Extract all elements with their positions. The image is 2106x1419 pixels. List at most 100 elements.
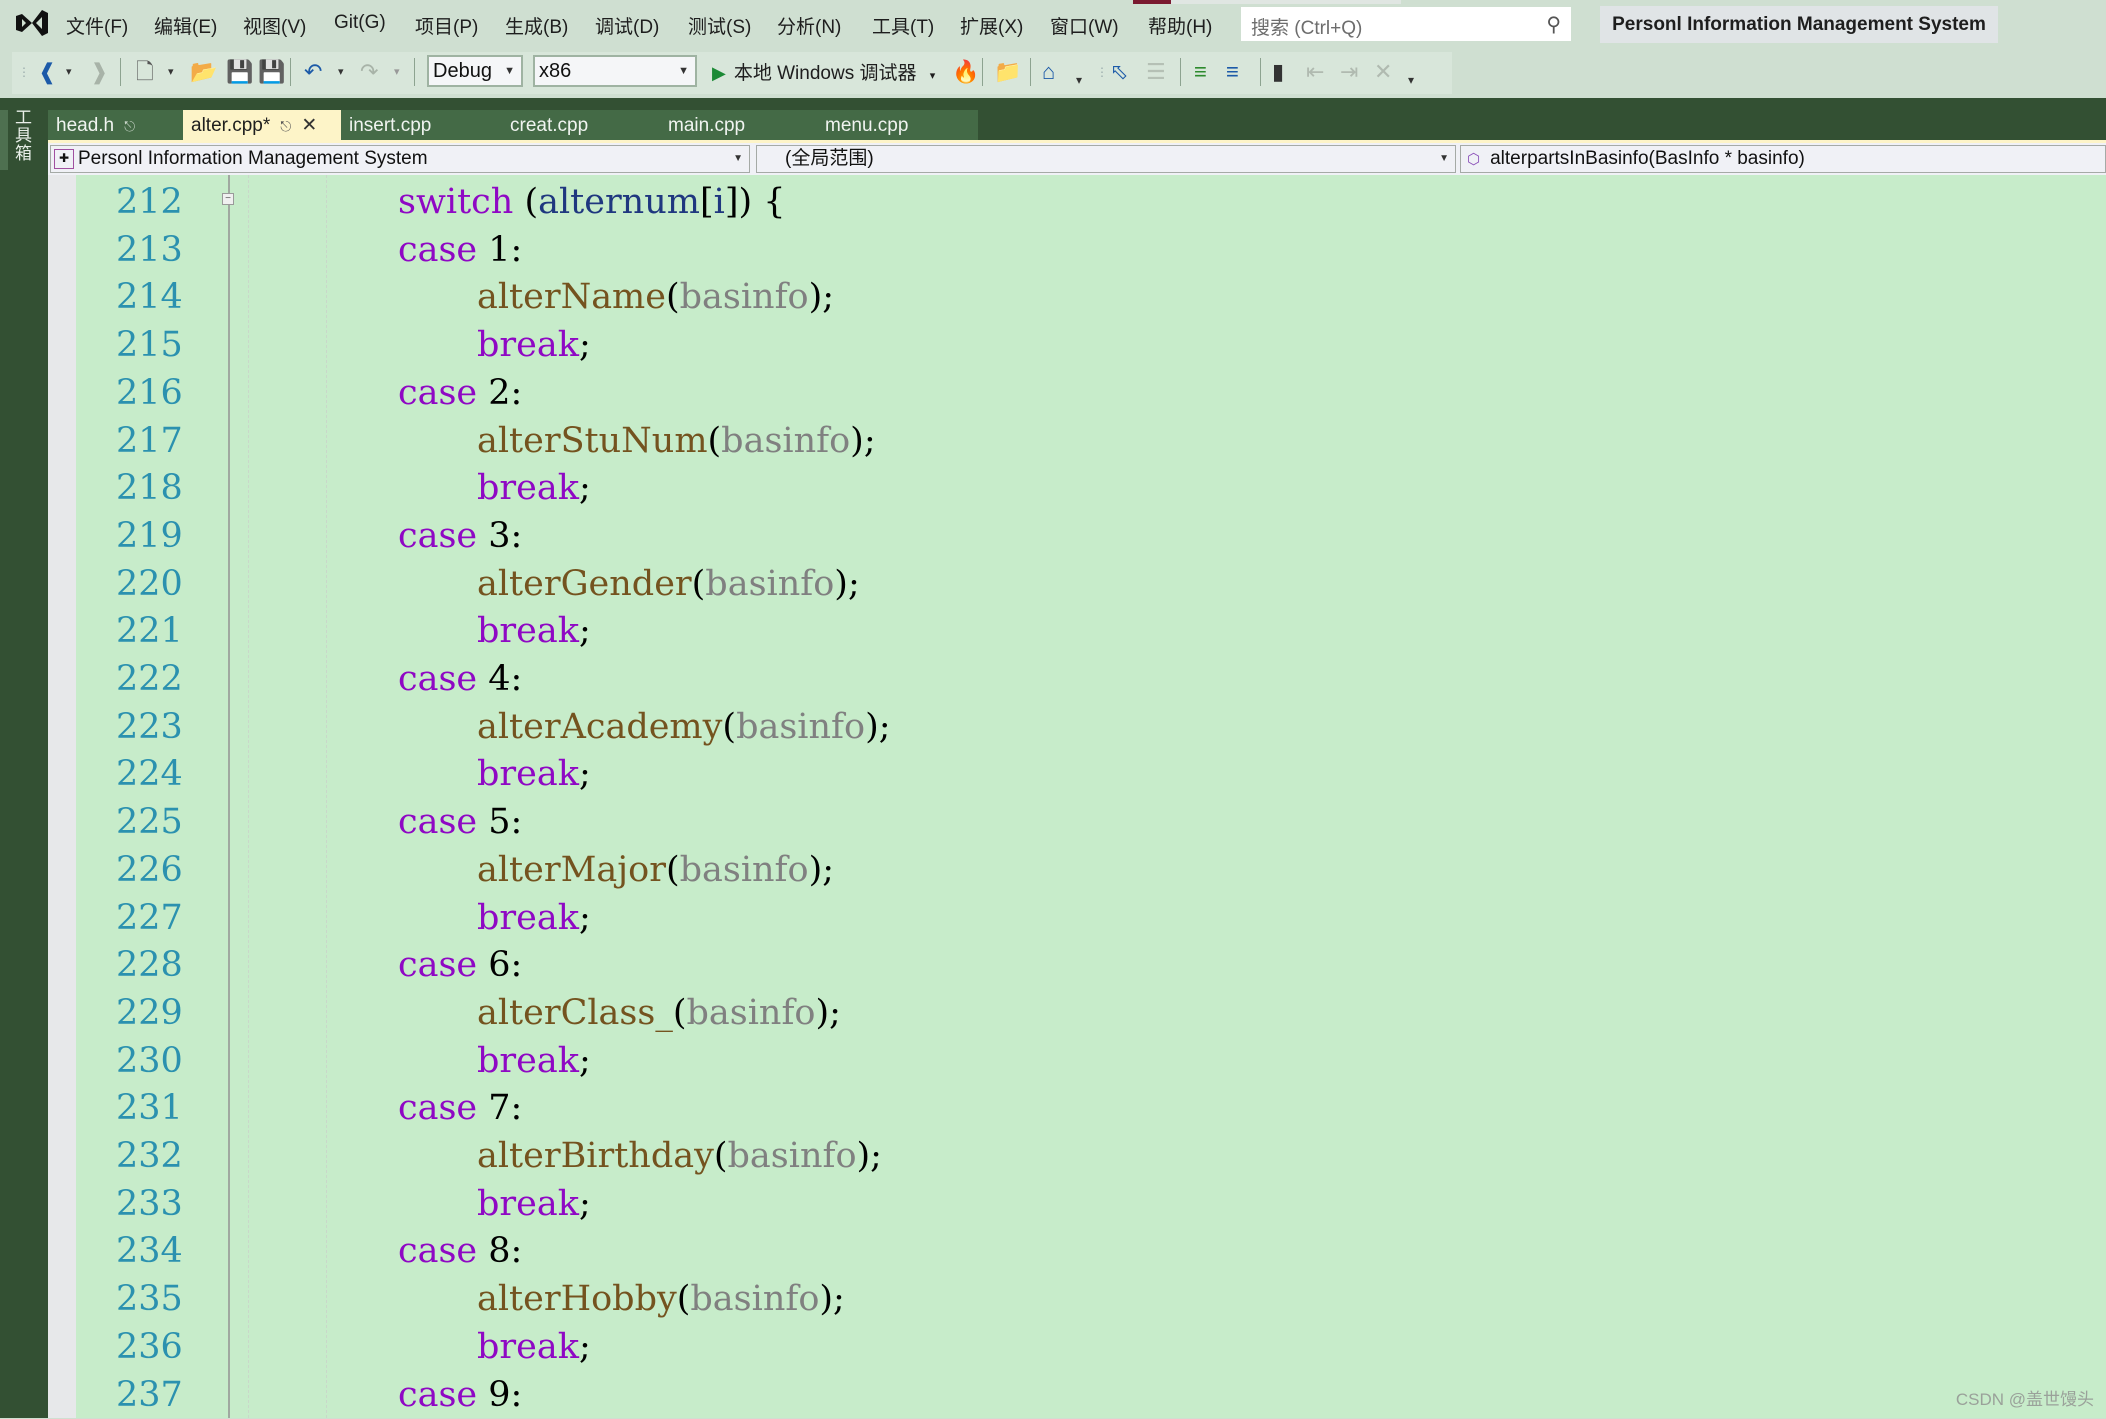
select-icon[interactable]: ⬁ [1110,58,1128,86]
tab-insert-cpp[interactable]: insert.cpp [341,110,499,142]
menu-item[interactable]: 测试(S) [688,12,751,39]
tab-alter-cpp[interactable]: alter.cpp* ⎋ ✕ [183,110,341,142]
menu-item[interactable]: 编辑(E) [154,12,217,39]
line-number: 215 [116,325,183,366]
code-token-punc: ; [578,1183,591,1224]
menu-item[interactable]: 帮助(H) [1148,12,1212,39]
code-editor[interactable] [48,175,2106,1418]
code-line[interactable]: break; [477,1323,591,1371]
chevron-down-icon: ▼ [1439,153,1449,164]
new-item-icon[interactable]: 🗋 [136,58,154,86]
solution-configuration-select[interactable]: Debug ▼ [427,55,523,87]
hot-reload-icon[interactable]: 🔥 [952,58,979,86]
code-line[interactable]: case 8: [398,1227,522,1275]
clear-bookmarks-icon[interactable]: ✕ [1374,58,1392,86]
menu-item[interactable]: 视图(V) [243,12,306,39]
code-line[interactable]: alterStuNum(basinfo); [477,417,876,465]
toolbar-grip-icon[interactable]: ⋮ [18,58,30,86]
next-bookmark-icon[interactable]: ⇥ [1340,58,1358,86]
start-debugging-button[interactable]: ▶ 本地 Windows 调试器 ▾ [712,58,935,85]
code-token-punc: ; [578,468,591,509]
code-line[interactable]: case 9: [398,1371,522,1419]
code-token-punc: ); [865,706,891,747]
new-item-dropdown-icon[interactable]: ▾ [168,58,174,86]
code-line[interactable]: break; [477,1037,591,1085]
home-icon[interactable]: ⌂ [1042,58,1055,86]
code-token-param: basinfo [686,992,816,1033]
code-line[interactable]: alterName(basinfo); [477,273,834,321]
code-line[interactable]: break; [477,321,591,369]
scope-dropdown[interactable]: (全局范围) ▼ [756,145,1456,173]
toolbox-tab[interactable]: 工具箱 [12,108,34,162]
close-icon[interactable]: ✕ [301,115,317,136]
code-line[interactable]: break; [477,750,591,798]
indent-icon[interactable]: ≡ [1194,58,1207,86]
toolbar-overflow-icon[interactable]: ▾ [1076,66,1082,94]
solution-platform-select[interactable]: x86 ▼ [533,55,697,87]
save-icon[interactable]: 💾 [226,58,253,86]
code-line[interactable]: alterGender(basinfo); [477,560,860,608]
open-file-icon[interactable]: 📂 [190,58,217,86]
redo-dropdown-icon[interactable]: ▾ [394,58,400,86]
code-line[interactable]: alterHobby(basinfo); [477,1275,845,1323]
visual-studio-logo-icon[interactable] [14,8,50,38]
back-icon[interactable]: ❰ [38,58,56,86]
tab-menu-cpp[interactable]: menu.cpp [817,110,977,142]
code-line[interactable]: case 2: [398,369,522,417]
code-token-kw: case [398,1088,478,1129]
code-line[interactable]: case 4: [398,655,522,703]
menu-item[interactable]: Git(G) [334,12,386,34]
toolbar-overflow-icon[interactable]: ▾ [1408,66,1414,94]
menu-item[interactable]: 工具(T) [872,12,934,39]
outdent-icon[interactable]: ≡ [1226,58,1239,86]
tab-creat-cpp[interactable]: creat.cpp [502,110,660,142]
code-line[interactable]: break; [477,894,591,942]
code-token-punc: ; [578,325,591,366]
bookmark-icon[interactable]: ▮ [1272,58,1284,86]
tab-main-cpp[interactable]: main.cpp [660,110,818,142]
search-box[interactable]: 搜索 (Ctrl+Q) ⚲ [1241,7,1571,41]
project-icon: ✚ [54,149,74,169]
pin-icon[interactable]: ⎋ [280,118,291,134]
toolbar-grip-icon[interactable]: ⋮ [1096,58,1108,86]
menu-item[interactable]: 窗口(W) [1050,12,1119,39]
menu-item[interactable]: 项目(P) [415,12,478,39]
code-token-fn: alterStuNum [477,420,708,461]
menu-item[interactable]: 文件(F) [66,12,128,39]
comment-block-icon[interactable]: ☰ [1146,58,1166,86]
code-line[interactable]: case 6: [398,941,522,989]
back-dropdown-icon[interactable]: ▾ [66,58,72,86]
code-line[interactable]: case 1: [398,226,522,274]
line-number: 235 [116,1279,183,1320]
redo-icon[interactable]: ↷ [360,58,378,86]
code-line[interactable]: alterClass_(basinfo); [477,989,841,1037]
undo-dropdown-icon[interactable]: ▾ [338,58,344,86]
prev-bookmark-icon[interactable]: ⇤ [1306,58,1324,86]
menu-item[interactable]: 扩展(X) [960,12,1023,39]
menu-item[interactable]: 生成(B) [505,12,568,39]
project-dropdown[interactable]: ✚ Personl Information Management System ▼ [50,145,750,173]
find-in-files-icon[interactable]: 📁 [994,58,1021,86]
indicator-margin [48,175,76,1418]
member-dropdown[interactable]: ⬡ alterpartsInBasinfo(BasInfo * basinfo) [1460,145,2106,173]
code-line[interactable]: case 3: [398,512,522,560]
code-line[interactable]: case 7: [398,1084,522,1132]
menu-item[interactable]: 分析(N) [777,12,841,39]
forward-icon[interactable]: ❱ [90,58,108,86]
save-all-icon[interactable]: 💾 [258,58,285,86]
code-line[interactable]: alterBirthday(basinfo); [477,1132,882,1180]
code-token-punc: ( [713,1136,728,1176]
code-line[interactable]: switch (alternum[i]) { [398,178,786,226]
line-number: 232 [116,1136,183,1176]
tab-head-h[interactable]: head.h ⎋ [48,110,183,142]
search-icon[interactable]: ⚲ [1546,12,1561,37]
code-line[interactable]: break; [477,464,591,512]
code-line[interactable]: break; [477,607,591,655]
undo-icon[interactable]: ↶ [304,58,322,86]
code-line[interactable]: alterMajor(basinfo); [477,846,834,894]
pin-icon[interactable]: ⎋ [124,118,135,134]
menu-item[interactable]: 调试(D) [595,12,659,39]
code-line[interactable]: alterAcademy(basinfo); [477,703,891,751]
code-line[interactable]: break; [477,1180,591,1228]
code-line[interactable]: case 5: [398,798,522,846]
